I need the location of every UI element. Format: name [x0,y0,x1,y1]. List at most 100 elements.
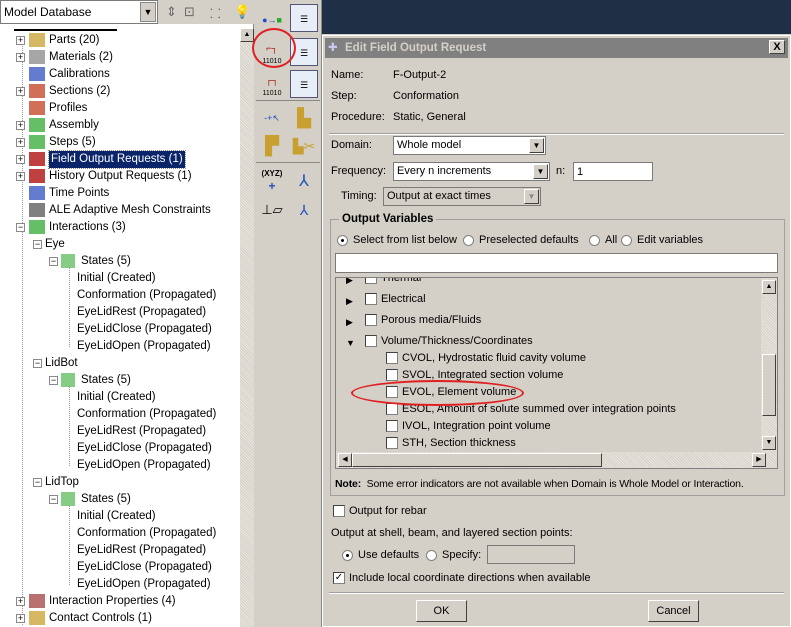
chevron-down-icon[interactable]: ▼ [140,2,156,22]
tree-item[interactable]: + Contact Controls (1) [0,610,240,627]
expander-icon[interactable]: + [16,87,25,96]
manager-icon[interactable]: ☰ [290,4,318,32]
tree-item[interactable]: Calibrations [0,66,240,83]
collapse-icon[interactable]: − [49,257,58,266]
tree-item[interactable]: + Interaction Properties (4) [0,593,240,610]
select-point-icon[interactable]: -+↖ [258,104,286,132]
collapse-icon[interactable]: − [33,359,42,368]
dialog-title-bar[interactable]: ✚ Edit Field Output Request X [325,38,788,58]
collapse-icon[interactable]: − [33,478,42,487]
up-down-arrows-icon[interactable]: ⇕ [166,4,177,20]
chevron-down-icon[interactable]: ▼ [524,189,539,204]
variables-text-input[interactable] [335,253,778,273]
n-input[interactable] [573,162,653,181]
variable-checkbox[interactable] [386,437,398,449]
tree-item[interactable]: − Interactions (3) [0,219,240,236]
state-item[interactable]: Conformation (Propagated) [0,525,240,542]
expander-icon[interactable]: + [16,36,25,45]
state-item[interactable]: EyeLidOpen (Propagated) [0,576,240,593]
tree-item[interactable]: Profiles [0,100,240,117]
part-tool-icon[interactable]: ▙ [290,104,318,132]
states-node[interactable]: − States (5) [0,372,240,389]
expander-icon[interactable]: + [16,172,25,181]
tree-item[interactable]: + Sections (2) [0,83,240,100]
category-checkbox[interactable] [365,278,377,284]
hierarchy-icon[interactable]: ⸬ [210,4,221,22]
partition-icon[interactable]: ▛ [258,132,286,160]
variable-checkbox[interactable] [386,420,398,432]
state-item[interactable]: EyeLidClose (Propagated) [0,559,240,576]
interaction-node[interactable]: − LidTop [0,474,240,491]
state-item[interactable]: EyeLidClose (Propagated) [0,321,240,338]
expand-arrow-icon[interactable]: ▶ [346,317,353,328]
rebar-checkbox[interactable] [333,505,345,517]
tree-item[interactable]: + Assembly [0,117,240,134]
expander-icon[interactable]: + [16,138,25,147]
model-database-combo[interactable]: Model Database ▼ [0,0,158,24]
state-item[interactable]: EyeLidOpen (Propagated) [0,338,240,355]
history-output-manager-icon[interactable]: ☰ [290,70,318,98]
state-item[interactable]: EyeLidClose (Propagated) [0,440,240,457]
expander-icon[interactable]: − [16,223,25,232]
history-output-tool-icon[interactable]: ┌┐ 11010 [258,70,286,98]
tree-item[interactable]: + Materials (2) [0,49,240,66]
state-item[interactable]: EyeLidRest (Propagated) [0,304,240,321]
local-coord-checkbox[interactable]: ✓ [333,572,345,584]
state-item[interactable]: Initial (Created) [0,508,240,525]
scroll-up-icon[interactable]: ▲ [240,28,254,42]
tree-item[interactable]: ALE Adaptive Mesh Constraints [0,202,240,219]
expander-icon[interactable]: + [16,53,25,62]
mode-radio[interactable] [621,235,632,246]
tree-item[interactable]: + Field Output Requests (1) [0,150,240,169]
state-item[interactable]: Conformation (Propagated) [0,406,240,423]
use-defaults-radio[interactable] [342,550,353,561]
scroll-thumb[interactable] [762,354,776,416]
datum-plane-icon[interactable]: ⊥▱ [258,196,286,224]
hscroll-thumb[interactable] [352,453,602,467]
datum-csys-icon[interactable]: ⅄ [290,196,318,224]
state-item[interactable]: EyeLidOpen (Propagated) [0,457,240,474]
category-checkbox[interactable] [365,314,377,326]
mode-radio[interactable] [337,235,348,246]
cut-icon[interactable]: ▙✂ [290,132,318,160]
domain-select[interactable]: Whole model ▼ [393,136,546,155]
collapse-icon[interactable]: − [49,495,58,504]
scroll-up-icon[interactable]: ▲ [762,280,776,294]
specify-input[interactable] [487,545,575,564]
states-node[interactable]: − States (5) [0,491,240,508]
datum-axis-icon[interactable]: ⅄ [290,168,318,196]
tree-item[interactable]: + History Output Requests (1) [0,168,240,185]
expand-arrow-icon[interactable]: ▶ [346,278,353,286]
category-checkbox[interactable] [365,293,377,305]
state-item[interactable]: Initial (Created) [0,270,240,287]
state-item[interactable]: Initial (Created) [0,389,240,406]
expander-icon[interactable]: + [16,121,25,130]
datum-point-icon[interactable]: (XYZ) + [258,168,286,196]
state-item[interactable]: EyeLidRest (Propagated) [0,423,240,440]
expand-arrow-icon[interactable]: ▼ [346,338,355,348]
variable-checkbox[interactable] [386,369,398,381]
state-item[interactable]: Conformation (Propagated) [0,287,240,304]
chevron-down-icon[interactable]: ▼ [533,164,548,179]
specify-radio[interactable] [426,550,437,561]
expand-arrow-icon[interactable]: ▶ [346,296,353,307]
folder-up-icon[interactable]: ⊡ [184,4,195,20]
interaction-node[interactable]: − LidBot [0,355,240,372]
scroll-down-icon[interactable]: ▼ [762,436,776,450]
mode-radio[interactable] [589,235,600,246]
expander-icon[interactable]: + [16,614,25,623]
variable-checkbox[interactable] [386,403,398,415]
chevron-down-icon[interactable]: ▼ [529,138,544,153]
lightbulb-icon[interactable]: 💡 [234,4,250,20]
category-checkbox[interactable] [365,335,377,347]
interaction-node[interactable]: − Eye [0,236,240,253]
collapse-icon[interactable]: − [33,240,42,249]
variable-checkbox[interactable] [386,352,398,364]
list-hscrollbar[interactable]: ◀ ▶ [336,452,777,468]
timing-select[interactable]: Output at exact times ▼ [383,187,541,206]
expander-icon[interactable]: + [16,155,25,164]
tree-item[interactable]: Time Points [0,185,240,202]
tree-item[interactable]: + Steps (5) [0,134,240,151]
scroll-right-icon[interactable]: ▶ [752,453,766,467]
list-vscrollbar[interactable]: ▲ ▼ [761,278,777,452]
